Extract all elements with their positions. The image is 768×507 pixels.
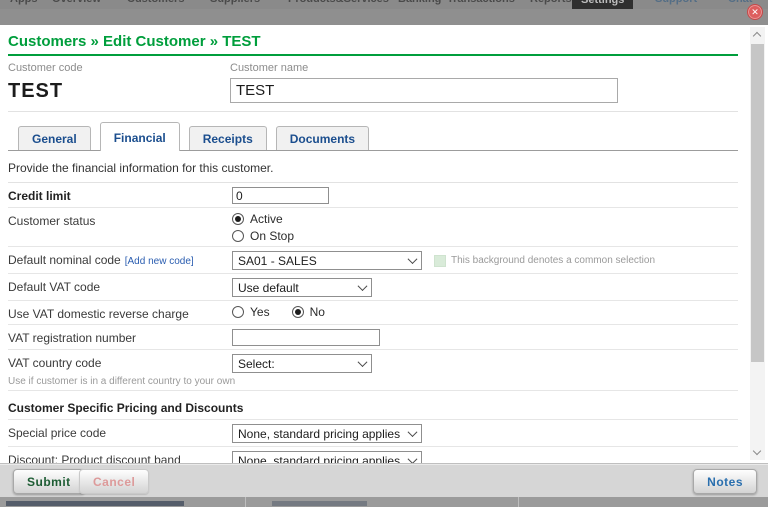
scrollbar-thumb[interactable]: [751, 44, 764, 362]
pricing-section-title: Customer Specific Pricing and Discounts: [8, 401, 738, 420]
submit-button[interactable]: Submit: [13, 469, 85, 494]
row-default-vat-code: Default VAT code Use default: [8, 274, 738, 301]
customer-code-value: TEST: [8, 80, 64, 102]
customer-name-label: Customer name: [230, 62, 309, 74]
background-page-sliver: [0, 497, 768, 507]
header-divider: [8, 111, 738, 112]
nav-item-overview[interactable]: Overview: [52, 0, 101, 8]
cancel-button[interactable]: Cancel: [79, 469, 150, 494]
title-underline: [8, 54, 738, 56]
vat-country-code-value: Select:: [238, 356, 275, 371]
radio-on-stop-label: On Stop: [250, 229, 295, 243]
common-selection-legend: This background denotes a common selecti…: [434, 254, 656, 267]
dimmed-column-divider: [518, 497, 519, 507]
radio-yes-icon[interactable]: [232, 306, 244, 318]
tab-financial[interactable]: Financial: [99, 122, 180, 151]
common-selection-swatch: [434, 254, 446, 267]
vat-country-code-label: VAT country code: [8, 356, 102, 370]
special-price-code-value: None, standard pricing applies: [238, 426, 401, 441]
default-vat-code-select[interactable]: Use default: [232, 278, 372, 297]
radio-active-label: Active: [250, 212, 283, 226]
vat-registration-number-label: VAT registration number: [8, 331, 137, 345]
row-vat-registration-number: VAT registration number: [8, 325, 738, 350]
product-discount-band-value: None, standard pricing applies: [238, 453, 401, 464]
tab-documents[interactable]: Documents: [275, 126, 370, 150]
nav-item-banking[interactable]: Banking: [398, 0, 441, 8]
radio-no[interactable]: No: [291, 305, 325, 319]
scrollbar[interactable]: [750, 27, 765, 460]
credit-limit-input[interactable]: [232, 187, 329, 204]
dimmed-column-divider: [245, 497, 246, 507]
radio-no-icon[interactable]: [291, 306, 304, 318]
edit-customer-modal: Customers » Edit Customer » TEST Custome…: [0, 25, 768, 463]
dimmed-text-fragment: [6, 501, 184, 506]
radio-on-stop-icon[interactable]: [232, 230, 244, 242]
vat-country-code-hint: Use if customer is in a different countr…: [8, 376, 236, 387]
customer-header: Customer code TEST Customer name: [8, 62, 738, 103]
radio-yes-label: Yes: [250, 305, 270, 319]
notes-button[interactable]: Notes: [693, 469, 757, 494]
row-customer-status: Customer status Active On Stop: [8, 208, 738, 247]
radio-active-icon[interactable]: [232, 213, 244, 225]
chevron-down-icon: [407, 454, 418, 463]
scroll-down-icon[interactable]: [750, 445, 765, 460]
scroll-up-icon[interactable]: [750, 27, 765, 42]
special-price-code-select[interactable]: None, standard pricing applies: [232, 424, 422, 443]
radio-on-stop[interactable]: On Stop: [232, 229, 294, 243]
customer-name-input[interactable]: [230, 78, 618, 103]
nav-item-customers[interactable]: Customers: [127, 0, 184, 8]
nav-item-reports[interactable]: Reports: [530, 0, 572, 8]
close-icon[interactable]: ✕: [747, 4, 763, 20]
row-special-price-code: Special price code None, standard pricin…: [8, 420, 738, 447]
background-navbar: Apps Overview Customers Suppliers Produc…: [0, 0, 768, 9]
nav-item-apps[interactable]: Apps: [10, 0, 38, 8]
row-vat-country-code: VAT country code Select: Use if customer…: [8, 350, 738, 391]
special-price-code-label: Special price code: [8, 426, 107, 440]
chevron-down-icon: [407, 254, 418, 265]
radio-yes[interactable]: Yes: [232, 305, 270, 319]
nav-item-products-services[interactable]: Products&Services: [288, 0, 389, 8]
customer-status-label: Customer status: [8, 214, 96, 228]
product-discount-band-select[interactable]: None, standard pricing applies: [232, 451, 422, 463]
modal-footer: Submit Cancel Notes: [0, 463, 768, 497]
vat-registration-number-input[interactable]: [232, 329, 380, 346]
radio-active[interactable]: Active: [232, 212, 294, 226]
tab-bar: General Financial Receipts Documents: [8, 122, 738, 151]
breadcrumb-title: Customers » Edit Customer » TEST: [8, 33, 261, 50]
customer-code-label: Customer code: [8, 62, 83, 74]
nav-item-support[interactable]: Support: [655, 0, 697, 8]
default-vat-code-value: Use default: [238, 280, 299, 295]
vat-reverse-charge-label: Use VAT domestic reverse charge: [8, 307, 189, 321]
default-nominal-code-value: SA01 - SALES: [238, 253, 317, 268]
default-vat-code-label: Default VAT code: [8, 280, 101, 294]
tab-general[interactable]: General: [18, 126, 91, 150]
tab-receipts[interactable]: Receipts: [188, 126, 267, 150]
dimmed-text-fragment: [272, 501, 367, 506]
row-credit-limit: Credit limit: [8, 183, 738, 208]
nav-item-settings[interactable]: Settings: [572, 0, 634, 9]
radio-no-label: No: [309, 305, 325, 319]
product-discount-band-label: Discount: Product discount band: [8, 453, 181, 463]
row-vat-reverse-charge: Use VAT domestic reverse charge Yes No: [8, 301, 738, 325]
default-nominal-code-label: Default nominal code [Add new code]: [8, 251, 232, 267]
nav-item-suppliers[interactable]: Suppliers: [210, 0, 260, 8]
common-selection-text: This background denotes a common selecti…: [451, 255, 656, 266]
credit-limit-label: Credit limit: [8, 189, 71, 203]
chevron-down-icon: [407, 427, 418, 438]
chevron-down-icon: [357, 357, 368, 368]
chevron-down-icon: [357, 281, 368, 292]
add-new-code-link[interactable]: [Add new code]: [125, 256, 194, 267]
vat-country-code-select[interactable]: Select:: [232, 354, 372, 373]
default-nominal-code-select[interactable]: SA01 - SALES: [232, 251, 422, 270]
tab-intro-text: Provide the financial information for th…: [8, 161, 274, 175]
row-product-discount-band: Discount: Product discount band None, st…: [8, 447, 738, 463]
nav-item-transactions[interactable]: Transactions: [447, 0, 515, 8]
default-nominal-code-label-text: Default nominal code: [8, 253, 121, 267]
row-default-nominal-code: Default nominal code [Add new code] SA01 …: [8, 247, 738, 274]
